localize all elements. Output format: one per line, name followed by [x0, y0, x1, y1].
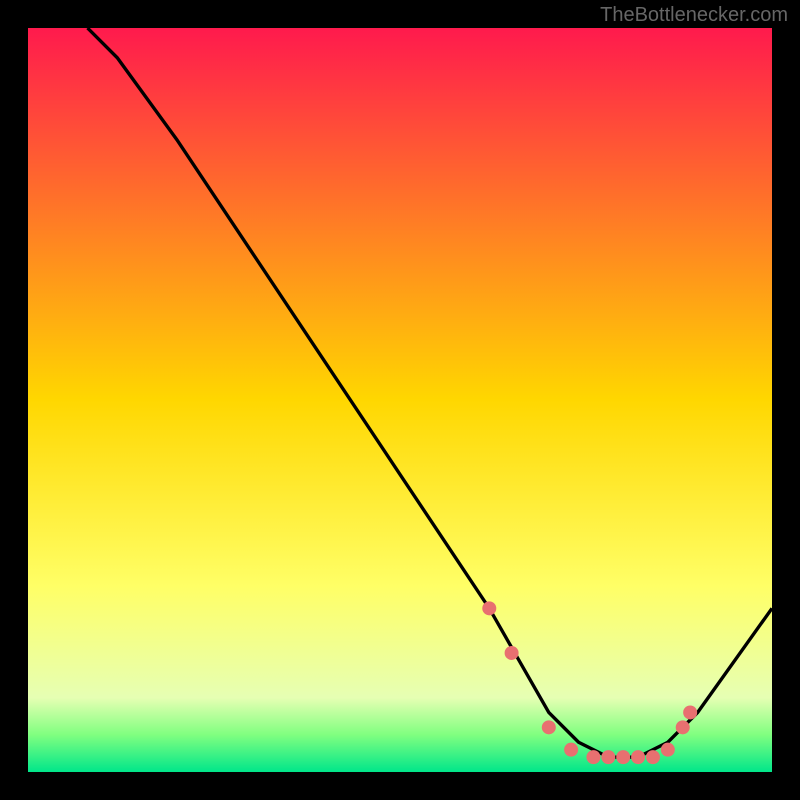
- chart-plot-area: [28, 28, 772, 772]
- marker-point: [683, 705, 697, 719]
- marker-point: [542, 720, 556, 734]
- marker-point: [616, 750, 630, 764]
- chart-curve-layer: [28, 28, 772, 772]
- marker-point: [564, 743, 578, 757]
- marker-point: [661, 743, 675, 757]
- marker-point: [646, 750, 660, 764]
- marker-point: [586, 750, 600, 764]
- watermark-label: TheBottlenecker.com: [600, 4, 788, 27]
- marker-point: [505, 646, 519, 660]
- marker-point: [482, 601, 496, 615]
- marker-point: [601, 750, 615, 764]
- marker-point: [631, 750, 645, 764]
- highlighted-points-group: [482, 601, 697, 764]
- bottleneck-curve: [88, 28, 772, 757]
- marker-point: [676, 720, 690, 734]
